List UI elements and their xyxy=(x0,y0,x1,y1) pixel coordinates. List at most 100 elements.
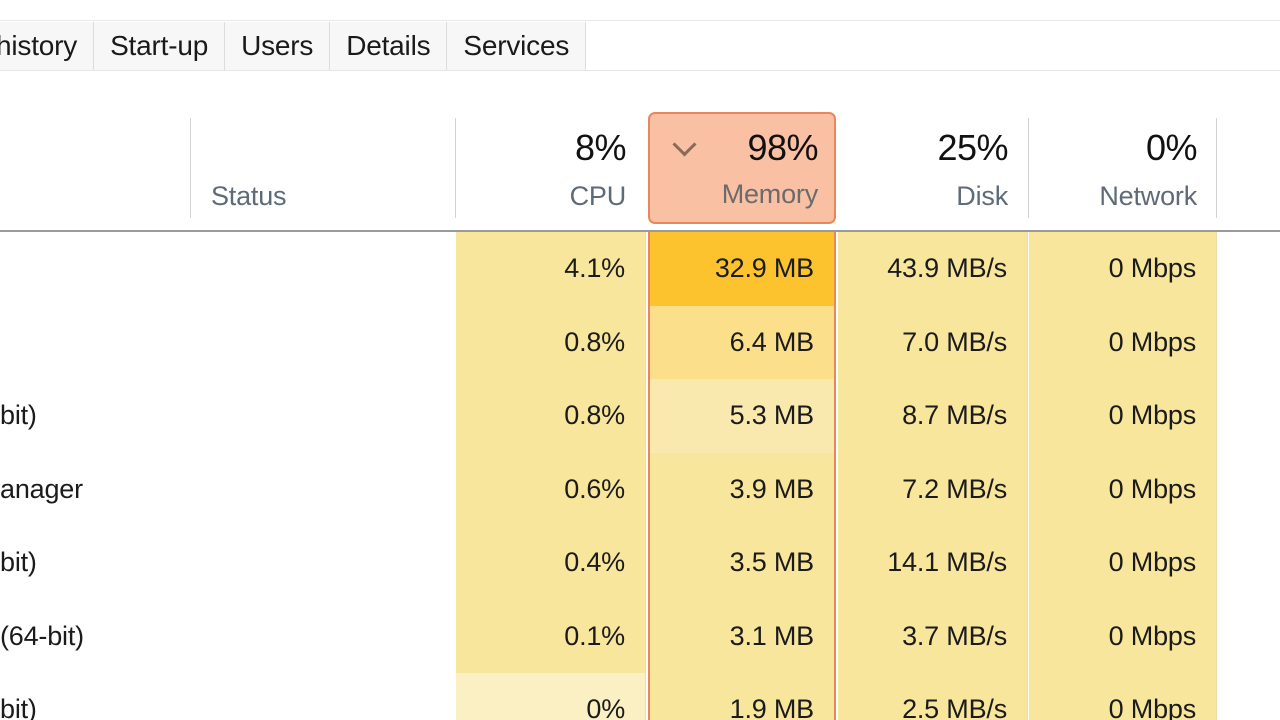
cell-cpu-text: 0.4% xyxy=(564,547,625,578)
column-header-disk-value: 25% xyxy=(937,127,1008,168)
task-manager-window: history Start-up Users Details Services Stat… xyxy=(0,0,1280,720)
tab-users[interactable]: Users xyxy=(225,22,331,70)
cell-disk-text: 7.2 MB/s xyxy=(902,473,1007,504)
cell-disk: 43.9 MB/s xyxy=(838,232,1028,306)
cell-name-text: bit) xyxy=(0,694,37,720)
cell-name: (64-bit) xyxy=(0,599,190,673)
table-row[interactable]: bit) 0.8% 5.3 MB 8.7 MB/s 0 Mbps xyxy=(0,379,1280,453)
cell-name-text: (64-bit) xyxy=(0,620,84,651)
column-header-network[interactable]: 0% Network xyxy=(1029,104,1217,230)
cell-network: 0 Mbps xyxy=(1029,379,1217,453)
column-header-disk-label: Disk xyxy=(956,181,1008,211)
cell-name-text: bit) xyxy=(0,400,37,431)
column-header-cpu-label: CPU xyxy=(569,181,627,211)
cell-disk: 14.1 MB/s xyxy=(838,526,1028,600)
cell-network-text: 0 Mbps xyxy=(1108,473,1197,504)
cell-status xyxy=(191,452,455,526)
cell-network-text: 0 Mbps xyxy=(1108,694,1197,720)
cell-disk-text: 43.9 MB/s xyxy=(887,253,1007,284)
chevron-down-icon xyxy=(672,136,698,150)
tab-start-up[interactable]: Start-up xyxy=(94,22,226,70)
cell-cpu: 0.4% xyxy=(456,526,646,600)
column-header-disk[interactable]: 25% Disk xyxy=(838,104,1028,230)
cell-memory-text: 32.9 MB xyxy=(714,253,814,284)
column-header-cpu-value: 8% xyxy=(574,127,627,168)
tab-label: Users xyxy=(241,30,314,61)
cell-name: bit) xyxy=(0,379,190,453)
cell-disk: 8.7 MB/s xyxy=(838,379,1028,453)
cell-status xyxy=(191,599,455,673)
column-header-status-label: Status xyxy=(211,181,287,211)
cell-network: 0 Mbps xyxy=(1029,452,1217,526)
cell-cpu-text: 4.1% xyxy=(564,253,625,284)
table-row[interactable]: 4.1% 32.9 MB 43.9 MB/s 0 Mbps xyxy=(0,232,1280,306)
cell-memory-text: 3.5 MB xyxy=(729,547,815,578)
table-row[interactable]: anager 0.6% 3.9 MB 7.2 MB/s 0 Mbps xyxy=(0,452,1280,526)
column-divider-network-end[interactable] xyxy=(1216,118,1217,218)
cell-disk-text: 2.5 MB/s xyxy=(902,694,1007,720)
cell-memory: 3.9 MB xyxy=(648,452,836,526)
cell-memory-text: 3.1 MB xyxy=(729,620,815,651)
column-header-memory-label: Memory xyxy=(721,179,819,209)
cell-memory: 6.4 MB xyxy=(648,305,836,379)
column-header-memory[interactable]: 98% Memory xyxy=(648,112,836,224)
cell-name xyxy=(0,305,190,379)
cell-network-text: 0 Mbps xyxy=(1108,400,1197,431)
cell-memory-text: 5.3 MB xyxy=(729,400,815,431)
cell-disk-text: 7.0 MB/s xyxy=(902,326,1007,357)
cell-network-text: 0 Mbps xyxy=(1108,620,1197,651)
cell-name: bit) xyxy=(0,673,190,720)
cell-name-text: anager xyxy=(0,473,83,504)
cell-memory-text: 3.9 MB xyxy=(729,473,815,504)
cell-cpu-text: 0.8% xyxy=(564,326,625,357)
table-row[interactable]: bit) 0% 1.9 MB 2.5 MB/s 0 Mbps xyxy=(0,673,1280,720)
column-header-network-value: 0% xyxy=(1145,127,1198,168)
tab-label: Details xyxy=(346,30,431,61)
cell-disk: 7.2 MB/s xyxy=(838,452,1028,526)
cell-status xyxy=(191,673,455,720)
tab-label: Services xyxy=(463,30,570,61)
column-header-status[interactable]: Status xyxy=(191,104,455,230)
row-right-gutter xyxy=(1217,452,1280,526)
cell-memory: 3.1 MB xyxy=(648,599,836,673)
cell-cpu: 0.6% xyxy=(456,452,646,526)
cell-disk: 2.5 MB/s xyxy=(838,673,1028,720)
row-right-gutter xyxy=(1217,379,1280,453)
cell-cpu-text: 0.8% xyxy=(564,400,625,431)
cell-network-text: 0 Mbps xyxy=(1108,547,1197,578)
cell-memory: 1.9 MB xyxy=(648,673,836,720)
row-right-gutter xyxy=(1217,232,1280,306)
cell-network: 0 Mbps xyxy=(1029,599,1217,673)
cell-disk: 3.7 MB/s xyxy=(838,599,1028,673)
process-table-body[interactable]: 4.1% 32.9 MB 43.9 MB/s 0 Mbps 0.8% 6.4 MB 7.0 … xyxy=(0,232,1280,720)
row-right-gutter xyxy=(1217,305,1280,379)
cell-status xyxy=(191,379,455,453)
tab-strip-empty-area xyxy=(586,22,1280,70)
tab-label: Start-up xyxy=(110,30,209,61)
table-row[interactable]: (64-bit) 0.1% 3.1 MB 3.7 MB/s 0 Mbps xyxy=(0,599,1280,673)
tab-label: history xyxy=(0,30,78,61)
tab-details[interactable]: Details xyxy=(330,22,448,70)
cell-disk-text: 3.7 MB/s xyxy=(902,620,1007,651)
cell-cpu: 0% xyxy=(456,673,646,720)
cell-name xyxy=(0,232,190,306)
tab-history[interactable]: history xyxy=(0,22,95,70)
cell-memory: 32.9 MB xyxy=(648,232,836,306)
table-row[interactable]: bit) 0.4% 3.5 MB 14.1 MB/s 0 Mbps xyxy=(0,526,1280,600)
column-header-name[interactable] xyxy=(0,104,190,230)
cell-cpu: 0.1% xyxy=(456,599,646,673)
cell-disk: 7.0 MB/s xyxy=(838,305,1028,379)
tab-services[interactable]: Services xyxy=(447,22,587,70)
cell-memory-text: 6.4 MB xyxy=(729,326,815,357)
row-right-gutter xyxy=(1217,673,1280,720)
window-top-gutter xyxy=(0,0,1280,21)
cell-disk-text: 14.1 MB/s xyxy=(887,547,1007,578)
row-right-gutter xyxy=(1217,526,1280,600)
column-header-network-label: Network xyxy=(1099,181,1197,211)
table-row[interactable]: 0.8% 6.4 MB 7.0 MB/s 0 Mbps xyxy=(0,305,1280,379)
cell-status xyxy=(191,305,455,379)
cell-name: bit) xyxy=(0,526,190,600)
row-right-gutter xyxy=(1217,599,1280,673)
cell-cpu-text: 0.6% xyxy=(564,473,625,504)
column-header-cpu[interactable]: 8% CPU xyxy=(456,104,646,230)
